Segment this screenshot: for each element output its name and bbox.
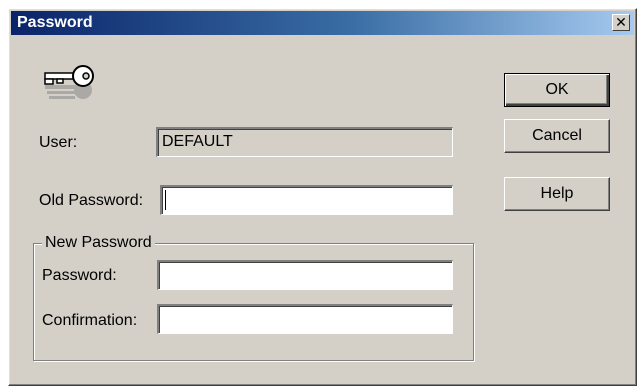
close-button[interactable]: ✕: [612, 14, 630, 31]
old-password-label: Old Password:: [39, 192, 144, 209]
title-bar[interactable]: Password ✕: [11, 11, 634, 35]
password-dialog: Password ✕ User: DEFAULT Old Password: N…: [8, 8, 637, 386]
confirmation-field[interactable]: [157, 304, 453, 334]
close-icon: ✕: [615, 14, 627, 30]
cancel-button[interactable]: Cancel: [504, 119, 610, 153]
ok-button-label: OK: [545, 81, 569, 98]
user-label: User:: [39, 134, 78, 151]
new-password-legend: New Password: [42, 233, 155, 253]
ok-button[interactable]: OK: [504, 73, 610, 107]
user-value: DEFAULT: [162, 133, 233, 150]
password-label: Password:: [42, 267, 117, 284]
cancel-button-label: Cancel: [532, 127, 582, 144]
key-icon: [44, 65, 94, 99]
help-button-label: Help: [540, 185, 574, 202]
help-button[interactable]: Help: [504, 177, 610, 211]
confirmation-label: Confirmation:: [42, 312, 138, 329]
user-field: DEFAULT: [156, 127, 453, 157]
old-password-field[interactable]: [160, 185, 453, 215]
window-title: Password: [17, 14, 93, 31]
password-field[interactable]: [157, 260, 453, 290]
